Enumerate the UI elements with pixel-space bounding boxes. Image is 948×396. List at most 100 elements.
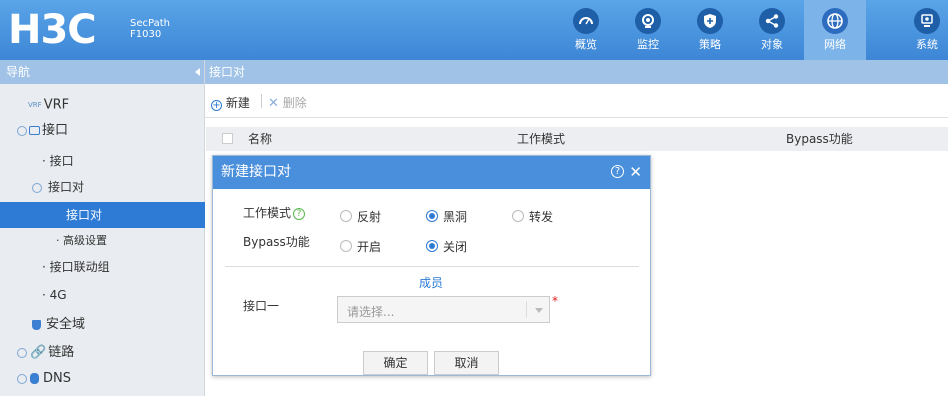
bypass-off-label[interactable]: 关闭	[443, 238, 467, 255]
members-section-title: 成员	[419, 276, 444, 290]
nav-item-interface-pair[interactable]: 接口对	[0, 202, 205, 228]
top-bar: H3C SecPath F1030 概览 监控 策略 对象 网络 系统	[0, 0, 948, 60]
system-icon	[914, 8, 940, 34]
nav-item-label: 安全域	[46, 317, 86, 332]
column-name[interactable]: 名称	[248, 127, 272, 151]
brand-logo: H3C	[8, 7, 97, 53]
topnav-network[interactable]: 网络	[804, 0, 866, 60]
nav-item-vrf[interactable]: VRF VRF	[0, 92, 205, 118]
topnav-label: 策略	[699, 38, 721, 51]
cancel-button[interactable]: 取消	[434, 351, 499, 375]
topnav-label: 概览	[575, 38, 597, 51]
help-icon[interactable]: ?	[611, 165, 624, 178]
mode-blackhole-label[interactable]: 黑洞	[443, 208, 467, 225]
collapse-circle-icon[interactable]	[32, 182, 42, 193]
nav-item-interface-pair-group[interactable]: 接口对	[0, 174, 205, 200]
interface-one-label: 接口一	[243, 299, 280, 313]
topnav-label: 系统	[916, 38, 938, 51]
toolbar-divider	[261, 94, 262, 108]
topnav-objects[interactable]: 对象	[746, 0, 798, 60]
mode-reflect-label[interactable]: 反射	[357, 208, 381, 225]
page-title: 接口对	[209, 65, 246, 79]
nav-item-label: VRF	[43, 97, 70, 113]
shield-icon	[32, 319, 41, 330]
interface-one-select[interactable]: 请选择...	[337, 296, 550, 323]
dialog-header: 新建接口对 ? ✕	[213, 156, 650, 189]
nav-item-label: · 4G	[42, 288, 67, 302]
delete-button[interactable]: ✕ 删除	[268, 94, 307, 111]
nav-item-interface-sub[interactable]: · 接口	[0, 148, 205, 174]
mode-reflect-radio[interactable]	[340, 210, 352, 222]
section-divider	[225, 266, 639, 267]
toolbar: + 新建 ✕ 删除	[205, 84, 948, 118]
collapse-sidebar-icon[interactable]	[195, 68, 200, 76]
interface-one-placeholder: 请选择...	[347, 305, 395, 319]
topnav-label: 监控	[637, 38, 659, 51]
work-mode-label: 工作模式?	[243, 204, 306, 221]
nav-header: 导航	[0, 60, 204, 84]
left-navigation: 导航 VRF VRF 接口 · 接口 接口对 接口对 · 高级设置 · 接口联动组…	[0, 60, 205, 396]
monitor-eye-icon	[635, 8, 661, 34]
required-mark: *	[552, 294, 558, 308]
collapse-circle-icon[interactable]	[17, 373, 27, 384]
column-bypass[interactable]: Bypass功能	[786, 127, 853, 151]
mode-forward-radio[interactable]	[512, 210, 524, 222]
bypass-off-radio[interactable]	[426, 240, 438, 252]
shield-plus-icon	[697, 8, 723, 34]
nav-item-label: · 接口	[42, 154, 74, 168]
nav-item-link[interactable]: 🔗 链路	[0, 340, 205, 366]
bypass-label: Bypass功能	[243, 235, 310, 249]
chevron-down-icon[interactable]	[535, 308, 543, 313]
nav-item-label: DNS	[43, 371, 71, 386]
brand-line1: SecPath	[130, 18, 170, 29]
topnav-label: 网络	[824, 38, 846, 51]
globe-icon	[822, 8, 848, 34]
nav-header-title: 导航	[6, 65, 31, 79]
new-interface-pair-dialog: 新建接口对 ? ✕ 工作模式? 反射 黑洞 转发 Bypass功能 开启 关闭 …	[212, 155, 651, 376]
share-icon	[759, 8, 785, 34]
mode-forward-label[interactable]: 转发	[529, 208, 553, 225]
mode-blackhole-radio[interactable]	[426, 210, 438, 222]
topnav-overview[interactable]: 概览	[560, 0, 612, 60]
column-work-mode[interactable]: 工作模式	[517, 127, 565, 151]
nav-item-4g[interactable]: · 4G	[0, 282, 205, 308]
close-icon[interactable]: ✕	[629, 156, 642, 189]
delete-button-label: 删除	[282, 96, 307, 110]
nav-item-label: 链路	[48, 345, 75, 360]
nav-item-label: · 高级设置	[56, 234, 107, 247]
dropdown-separator	[526, 301, 527, 318]
nav-item-dns[interactable]: DNS	[0, 366, 205, 392]
collapse-circle-icon[interactable]	[17, 125, 27, 136]
topnav-policy[interactable]: 策略	[684, 0, 736, 60]
nav-item-security-zone[interactable]: 安全域	[0, 312, 205, 338]
topnav-monitor[interactable]: 监控	[622, 0, 674, 60]
gauge-icon	[573, 8, 599, 34]
nav-item-label: 接口	[42, 123, 69, 138]
breadcrumb: 接口对	[205, 60, 948, 84]
interface-icon	[29, 126, 40, 135]
nav-item-interface-linkage-group[interactable]: · 接口联动组	[0, 254, 205, 280]
brand-line2: F1030	[130, 29, 162, 40]
bypass-on-radio[interactable]	[340, 240, 352, 252]
link-icon: 🔗	[30, 345, 47, 360]
work-mode-label-text: 工作模式	[243, 206, 292, 220]
bypass-on-label[interactable]: 开启	[357, 238, 381, 255]
ok-button[interactable]: 确定	[363, 351, 428, 375]
dialog-title: 新建接口对	[221, 164, 291, 180]
nav-item-label: · 接口联动组	[42, 260, 110, 274]
collapse-circle-icon[interactable]	[17, 347, 27, 358]
nav-item-label: 接口对	[66, 208, 103, 222]
new-button-label: 新建	[225, 96, 250, 110]
close-icon: ✕	[268, 96, 279, 111]
help-icon[interactable]: ?	[293, 208, 306, 220]
nav-item-advanced-settings[interactable]: · 高级设置	[0, 228, 205, 254]
plus-circle-icon: +	[211, 100, 222, 111]
topnav-label: 对象	[761, 38, 783, 51]
nav-item-label: 接口对	[48, 180, 85, 194]
database-icon	[30, 373, 39, 384]
topnav-system[interactable]: 系统	[906, 0, 948, 60]
nav-item-interface[interactable]: 接口	[0, 118, 205, 144]
select-all-checkbox[interactable]	[222, 133, 233, 144]
vrf-icon: VRF	[28, 101, 42, 109]
new-button[interactable]: + 新建	[211, 94, 250, 111]
